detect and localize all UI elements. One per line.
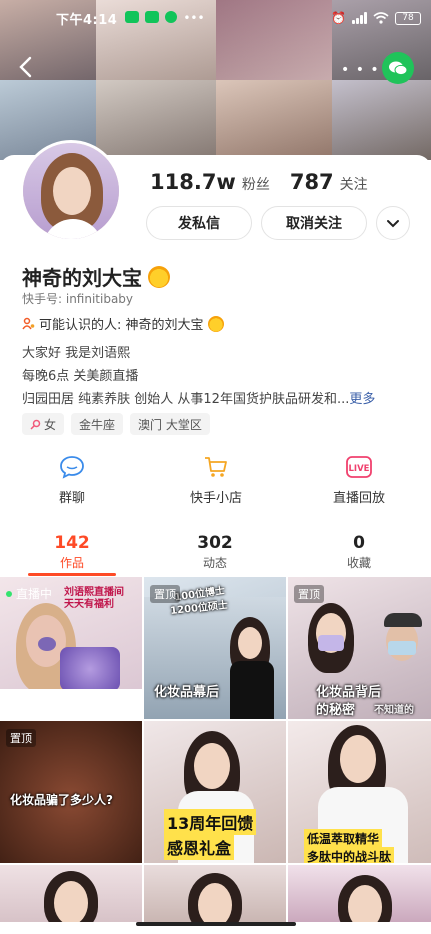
profile-tags: 女 金牛座 澳门 大堂区: [22, 413, 210, 435]
bio-line: 每晚6点 关美颜直播: [22, 369, 139, 384]
following-count[interactable]: 787: [290, 170, 334, 194]
feature-label: 快手小店: [189, 491, 242, 506]
more-notifications-icon: •••: [183, 11, 205, 25]
tab-label: 作品: [59, 556, 84, 570]
sun-emoji-icon: [148, 265, 170, 288]
alarm-icon: ⏰: [331, 11, 346, 25]
shopping-cart-icon: [205, 457, 227, 477]
bio-line-text: 归园田居 纯素养肤 创始人 从事12年国货护肤品研发和...: [22, 392, 350, 407]
gender-tag: 女: [22, 413, 65, 435]
active-tab-indicator: [28, 573, 116, 576]
live-replay-icon: LIVE: [346, 456, 372, 478]
avatar[interactable]: [20, 140, 122, 242]
video-tile[interactable]: 置顶 化妆品骗了多少人?: [0, 721, 142, 863]
tab-works[interactable]: 142 作品: [22, 533, 122, 571]
kuaishou-id[interactable]: 快手号: infinitibaby: [22, 290, 133, 307]
gender-tag-label: 女: [44, 417, 57, 432]
more-icon[interactable]: • • •: [341, 62, 380, 78]
live-badge-label: 直播中: [16, 587, 53, 601]
video-tile[interactable]: 100位博士 1200位硕士 置顶 化妆品幕后: [144, 577, 286, 719]
video-tile[interactable]: 13周年回馈 感恩礼盒: [144, 721, 286, 863]
app-notification-icon: [165, 11, 178, 23]
tile-caption: 化妆品背后: [316, 685, 382, 700]
pinned-badge: 置顶: [150, 585, 180, 603]
more-link[interactable]: 更多: [349, 392, 375, 407]
video-tile[interactable]: 置顶 化妆品背后 的秘密 不知道的: [288, 577, 431, 719]
tile-overlay-text: 不知道的: [374, 705, 414, 716]
tab-moments[interactable]: 302 动态: [165, 533, 265, 571]
zodiac-tag: 金牛座: [71, 413, 124, 435]
wechat-icon: [389, 61, 408, 76]
feature-row: 群聊 快手小店 LIVE 直播回放: [0, 455, 431, 515]
maybe-known-text: 可能认识的人: 神奇的刘大宝: [39, 318, 204, 333]
wechat-notification-icon: [145, 11, 160, 23]
followers-count[interactable]: 118.7w: [150, 170, 236, 194]
video-tile[interactable]: [288, 865, 431, 922]
tab-favorites[interactable]: 0 收藏: [309, 533, 409, 571]
wechat-share-button[interactable]: [382, 52, 414, 84]
video-tile[interactable]: 低温萃取精华 多肽中的战斗肽: [288, 721, 431, 863]
shop-button[interactable]: 快手小店: [156, 455, 276, 506]
tab-label: 动态: [202, 556, 227, 570]
tile-caption: 多肽中的战斗肽: [304, 847, 395, 863]
tab-label: 收藏: [346, 556, 371, 570]
person-icon: [22, 317, 35, 330]
unfollow-button[interactable]: 取消关注: [261, 206, 367, 240]
following-label[interactable]: 关注: [340, 174, 368, 194]
svg-text:LIVE: LIVE: [349, 464, 370, 474]
tile-caption: 13周年回馈: [164, 809, 257, 835]
content-tabs: 142 作品 302 动态 0 收藏: [0, 533, 431, 576]
tile-promo-text: 刘语熙直播间 天天有福利: [64, 587, 124, 610]
feature-label: 群聊: [58, 491, 85, 506]
tile-caption: 感恩礼盒: [164, 834, 235, 860]
sun-emoji-icon: [207, 315, 224, 332]
live-badge: 直播中: [6, 585, 52, 602]
tab-count: 302: [197, 533, 233, 553]
video-tile[interactable]: [0, 865, 142, 922]
live-replay-button[interactable]: LIVE 直播回放: [299, 455, 419, 506]
signal-icon: [352, 12, 367, 24]
notification-icons: •••: [125, 11, 205, 25]
female-icon: [30, 419, 41, 430]
banner-photo: [216, 80, 332, 160]
profile-name: 神奇的刘大宝: [22, 262, 170, 291]
bio-line: 归园田居 纯素养肤 创始人 从事12年国货护肤品研发和...更多: [22, 388, 375, 407]
chat-bubble-icon: [60, 456, 84, 479]
chevron-left-icon: [19, 56, 32, 78]
location-tag: 澳门 大堂区: [130, 413, 210, 435]
expand-button[interactable]: [376, 206, 410, 240]
video-tile[interactable]: [144, 865, 286, 922]
tab-count: 0: [353, 533, 365, 553]
video-tile[interactable]: 刘语熙直播间 天天有福利 直播中: [0, 577, 142, 719]
tile-caption: 化妆品幕后: [154, 685, 220, 700]
maybe-known-row[interactable]: 可能认识的人: 神奇的刘大宝: [22, 314, 224, 333]
group-chat-button[interactable]: 群聊: [12, 455, 132, 506]
feature-label: 直播回放: [332, 491, 385, 506]
back-button[interactable]: [12, 52, 38, 82]
message-button[interactable]: 发私信: [146, 206, 252, 240]
followers-label[interactable]: 粉丝: [242, 174, 270, 194]
pinned-badge: 置顶: [294, 585, 324, 603]
tile-caption: 的秘密: [316, 703, 356, 718]
tile-caption: 低温萃取精华: [304, 829, 383, 848]
tile-caption: 化妆品骗了多少人?: [10, 793, 113, 807]
banner-photo: [332, 80, 431, 160]
wechat-notification-icon: [125, 11, 140, 23]
chevron-down-icon: [387, 219, 399, 227]
wifi-icon: [373, 12, 389, 24]
pinned-badge: 置顶: [6, 729, 36, 747]
status-time: 下午4:14: [56, 12, 118, 28]
video-grid: 刘语熙直播间 天天有福利 直播中 100位博士 1200位硕士 置顶 化妆品幕后…: [0, 577, 431, 922]
profile-name-text: 神奇的刘大宝: [22, 266, 142, 290]
home-indicator[interactable]: [136, 922, 296, 926]
battery-icon: 78: [395, 11, 421, 25]
tab-count: 142: [54, 533, 90, 553]
bio-line: 大家好 我是刘语熙: [22, 346, 131, 361]
status-bar: 下午4:14 ••• ⏰ 78: [0, 0, 431, 36]
profile-stats: 118.7w 粉丝 787 关注: [150, 170, 382, 194]
action-buttons: 发私信 取消关注: [146, 206, 410, 240]
live-dot-icon: [6, 590, 12, 597]
